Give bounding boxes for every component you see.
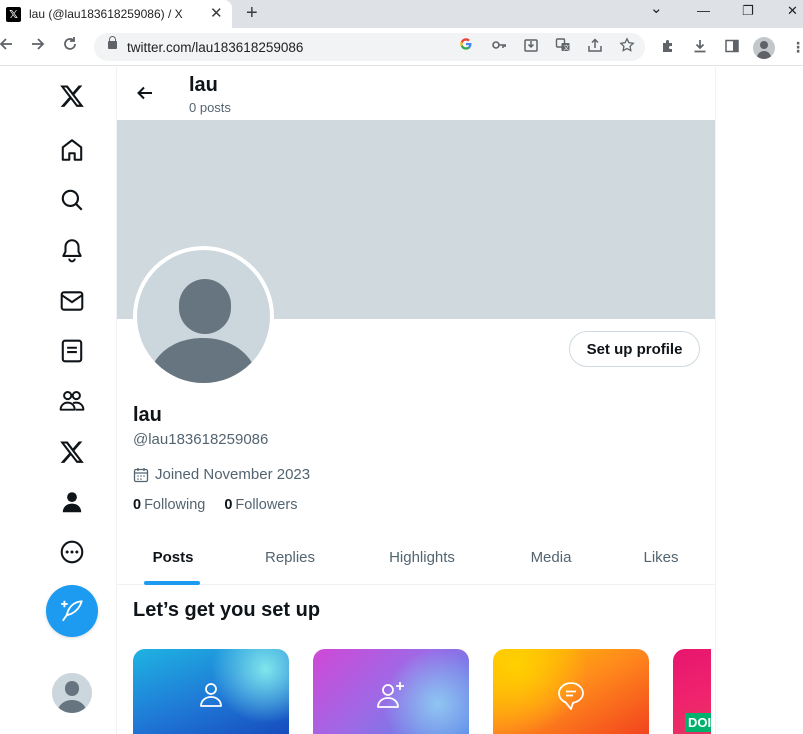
extensions-puzzle-icon[interactable] [659,38,677,56]
svg-text:文: 文 [563,44,569,52]
side-panel-icon[interactable] [723,38,741,56]
default-avatar-icon [147,279,259,383]
tab-title: lau (@lau183618259086) / X [29,7,183,21]
url-text[interactable]: twitter.com/lau183618259086 [127,40,303,55]
minimize-button[interactable]: — [697,2,710,20]
person-add-icon [377,682,404,708]
setup-section-title: Let’s get you set up [133,599,321,621]
tab-close-icon[interactable]: ✕ [210,5,223,23]
sidebar-nav [0,67,116,734]
nav-messages[interactable] [57,286,87,316]
post-button[interactable] [46,585,98,637]
following-count: 0 [133,497,142,513]
header-post-count: 0 posts [189,100,231,115]
card-badge: DOI [685,713,711,732]
browser-toolbar: twitter.com/lau183618259086 文 ⋮ [0,28,803,66]
list-icon [61,339,83,363]
setup-card-profile-photo[interactable] [133,649,289,734]
tab-media[interactable]: Media [493,530,609,585]
set-up-profile-button[interactable]: Set up profile [569,331,700,367]
followers-link[interactable]: 0 Followers [224,497,297,513]
account-avatar[interactable] [52,673,92,713]
browser-profile-avatar[interactable] [753,37,775,59]
bookmark-star-icon[interactable] [618,37,636,55]
key-icon[interactable] [490,37,508,55]
google-icon[interactable] [457,37,475,55]
tab-replies[interactable]: Replies [229,530,351,585]
chat-bubble-icon [558,682,584,710]
envelope-icon [60,291,84,311]
person-icon [62,492,82,513]
feather-plus-icon [61,600,83,622]
nav-notifications[interactable] [57,235,87,265]
home-icon [61,139,83,161]
back-button[interactable] [131,79,159,107]
share-icon[interactable] [586,37,604,55]
back-arrow-icon[interactable] [0,36,14,57]
followers-label: Followers [235,497,298,513]
following-label: Following [144,497,206,513]
username-handle: @lau183618259086 [133,431,269,448]
setup-card-first-post[interactable] [493,649,649,734]
install-icon[interactable] [522,37,540,55]
setup-card-notifications[interactable]: DOI [673,649,711,734]
x-logo-icon [60,441,84,463]
downloads-icon[interactable] [691,38,709,56]
translate-icon[interactable]: 文 [554,37,572,55]
default-avatar-icon [52,673,92,713]
nav-communities[interactable] [57,386,87,416]
new-tab-button[interactable]: + [246,2,258,24]
x-logo-icon [60,85,84,107]
joined-text: Joined November 2023 [155,466,311,483]
profile-avatar[interactable] [133,246,274,387]
nav-more[interactable] [57,537,87,567]
restore-button[interactable]: ❐ [742,2,754,20]
setup-card-follow-accounts[interactable] [313,649,469,734]
active-tab-indicator [144,581,200,585]
nav-home[interactable] [57,135,87,165]
followers-count: 0 [224,497,233,513]
person-outline-icon [200,683,222,707]
bell-icon [62,239,82,263]
profile-column: lau 0 posts Set up profile lau @lau18361… [116,67,716,734]
address-bar[interactable]: twitter.com/lau183618259086 文 [94,33,645,61]
display-name: lau [133,404,162,426]
profile-header: lau 0 posts [117,67,715,120]
browser-tab-strip: 𝕏 lau (@lau183618259086) / X ✕ + ⌄ — ❐ ✕ [0,0,803,28]
tab-likes[interactable]: Likes [609,530,713,585]
tab-search-dropdown-icon[interactable]: ⌄ [650,0,663,18]
x-favicon-icon: 𝕏 [6,6,21,22]
search-icon [61,189,83,211]
following-link[interactable]: 0 Following [133,497,205,513]
people-icon [59,391,85,411]
close-window-button[interactable]: ✕ [787,2,798,20]
reload-icon[interactable] [62,36,78,57]
browser-menu-icon[interactable]: ⋮ [789,38,803,56]
nav-explore[interactable] [57,185,87,215]
lock-icon[interactable] [108,36,117,49]
tab-highlights[interactable]: Highlights [351,530,493,585]
header-title: lau [189,74,218,96]
nav-profile[interactable] [57,487,87,517]
browser-tab[interactable]: 𝕏 lau (@lau183618259086) / X ✕ [0,0,232,28]
nav-x-logo[interactable] [57,81,87,111]
tab-posts[interactable]: Posts [117,530,229,585]
calendar-icon [133,467,149,482]
follow-stats: 0 Following 0 Followers [133,497,316,513]
forward-arrow-icon[interactable] [30,36,46,57]
more-circle-icon [60,540,84,564]
arrow-left-icon [137,86,152,100]
profile-tabs: Posts Replies Highlights Media Likes [117,530,715,585]
joined-date: Joined November 2023 [133,466,310,483]
nav-premium[interactable] [57,437,87,467]
nav-lists[interactable] [57,336,87,366]
